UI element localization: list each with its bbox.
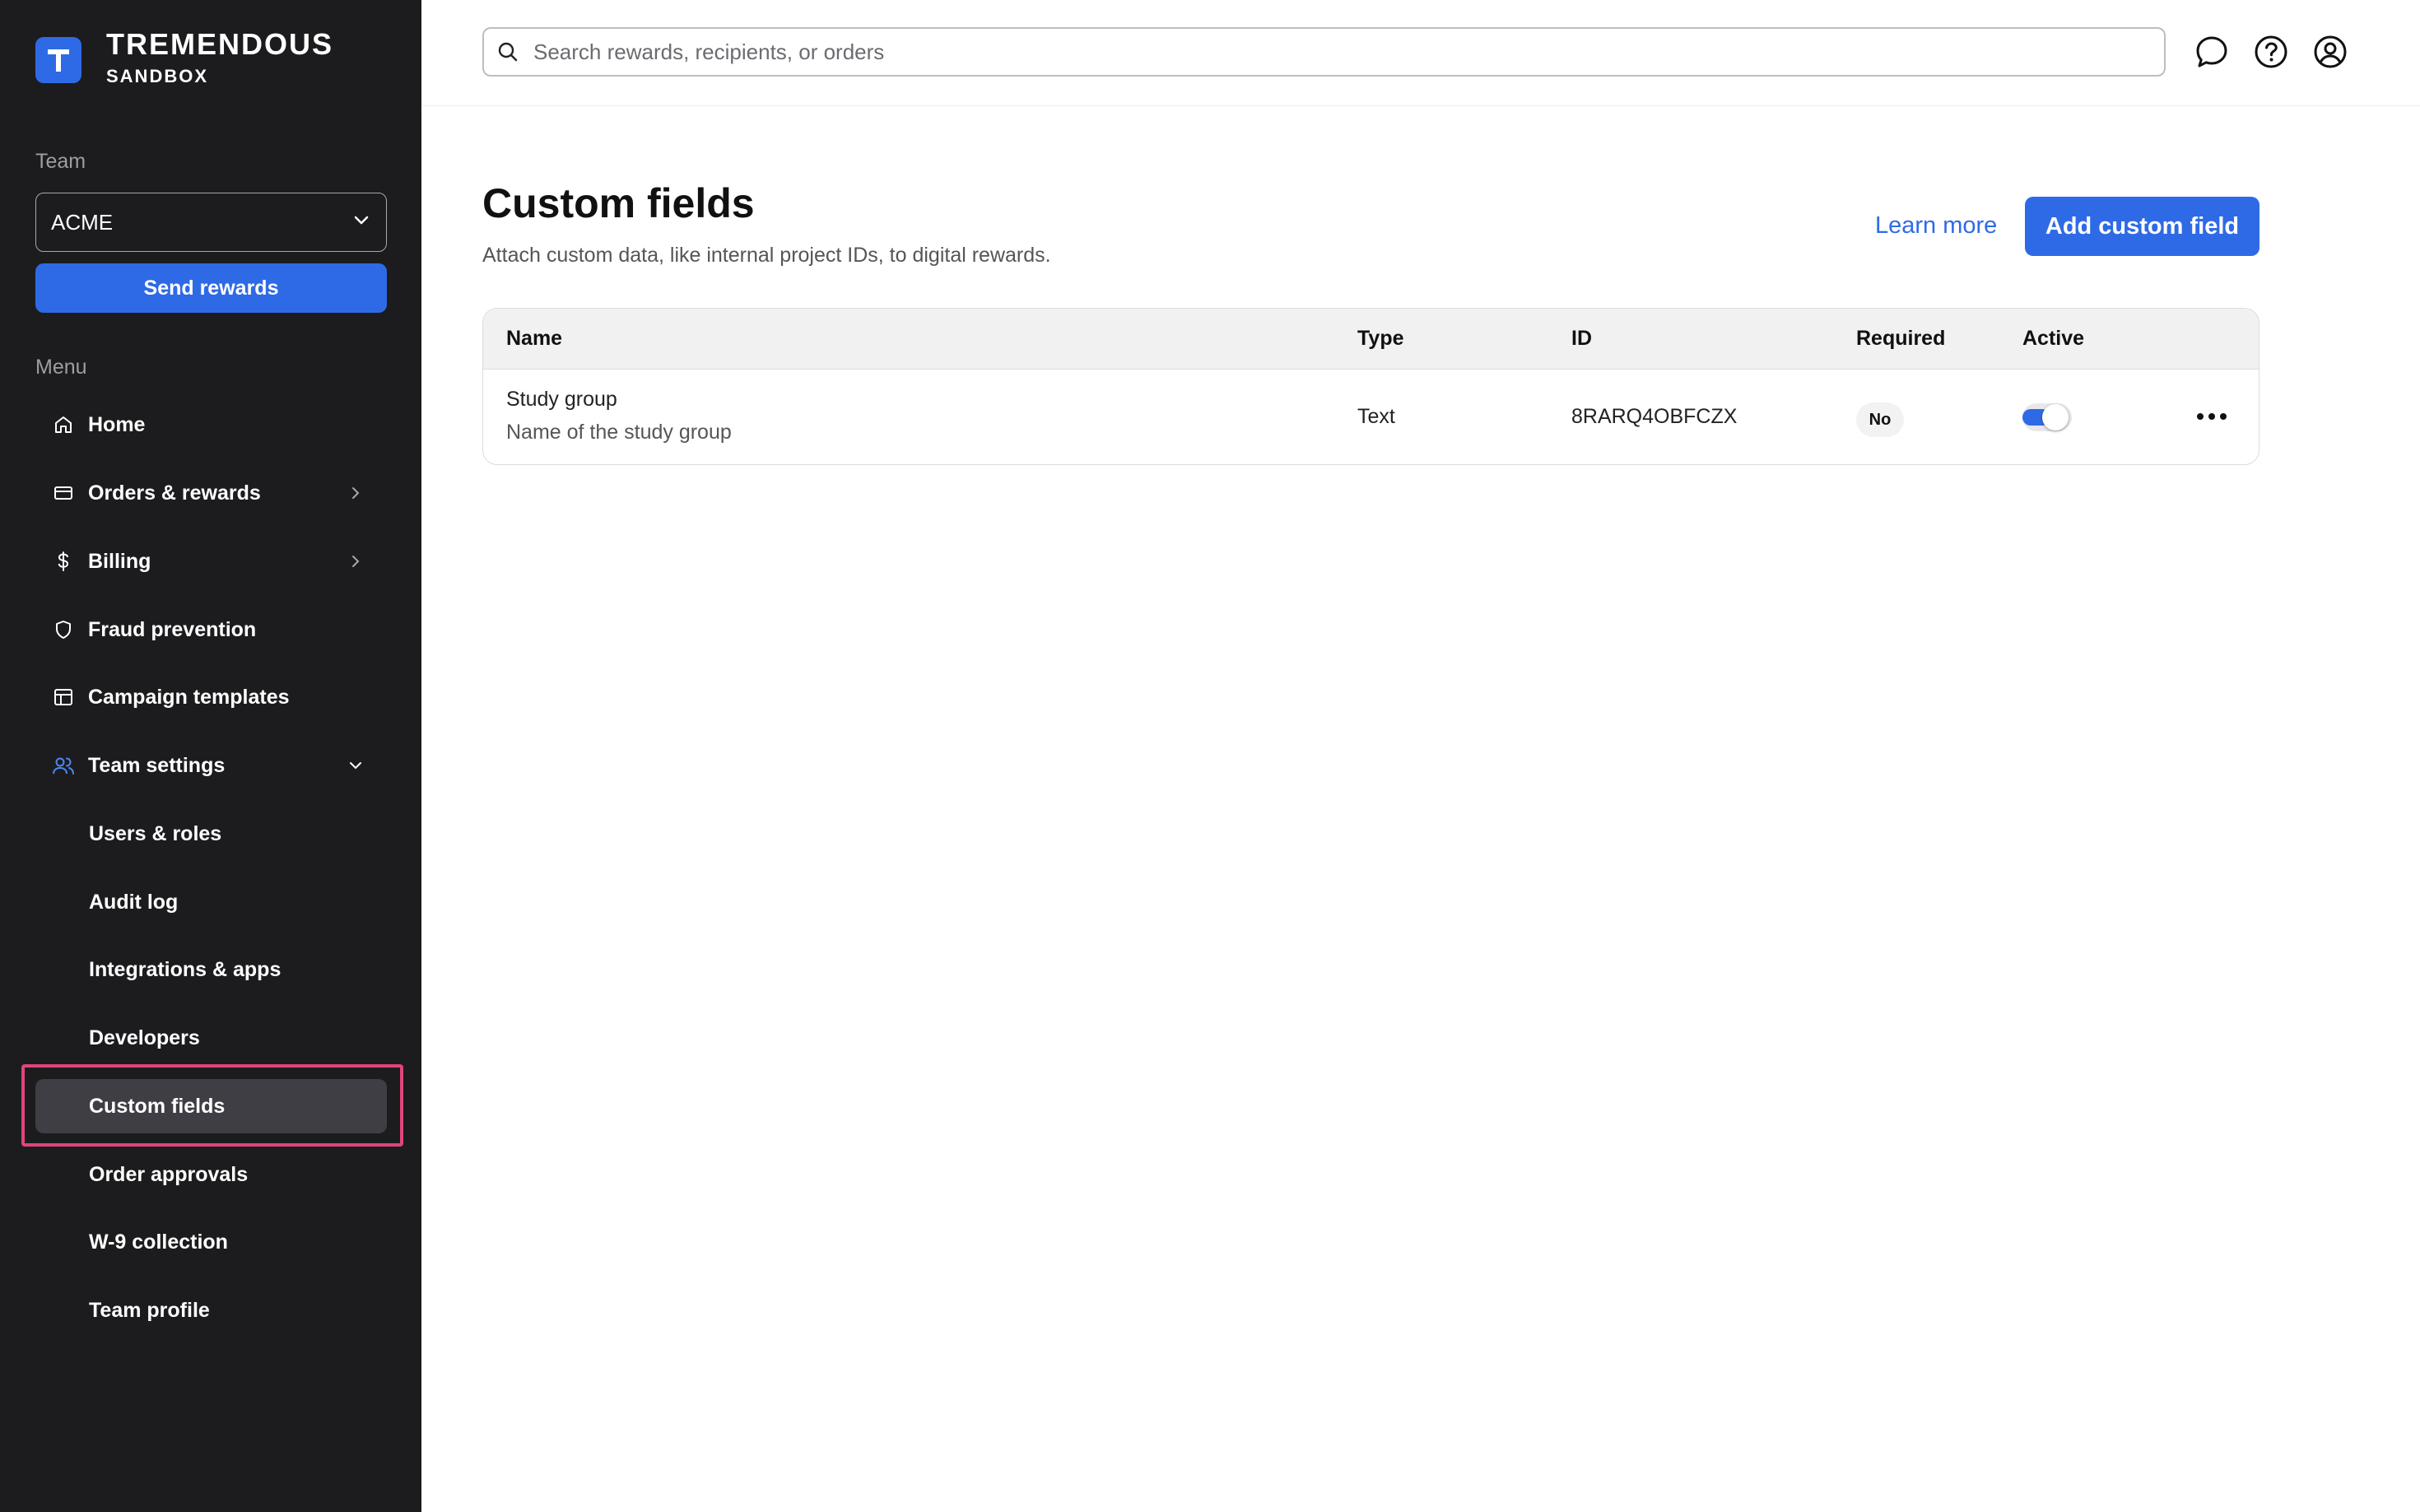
sidebar-item-label: Developers [89,1026,200,1049]
sidebar-item-order-approvals[interactable]: Order approvals [35,1147,387,1202]
chevron-right-icon [346,551,365,571]
sidebar-item-label: Users & roles [89,821,222,845]
page-title: Custom fields [482,180,755,226]
sidebar-item-label: Audit log [89,890,179,914]
field-description: Name of the study group [506,421,732,444]
column-header-required: Required [1856,327,1946,350]
menu-section-label: Menu [35,356,87,379]
column-header-type: Type [1357,327,1404,350]
sidebar-item-label: Billing [88,549,151,573]
brand[interactable]: TREMENDOUS SANDBOX [35,28,333,87]
sidebar-item-audit-log[interactable]: Audit log [35,875,387,929]
tremendous-logo-icon [35,37,81,83]
team-select[interactable]: ACME [35,193,387,252]
sidebar-item-team-profile[interactable]: Team profile [35,1283,387,1338]
home-icon [52,413,75,436]
sidebar-item-team-settings[interactable]: Team settings [35,738,387,793]
team-section-label: Team [35,150,86,173]
highlight-annotation [21,1064,403,1147]
sidebar-item-fraud-prevention[interactable]: Fraud prevention [35,602,387,657]
sidebar-item-label: Fraud prevention [88,617,257,641]
add-custom-field-button[interactable]: Add custom field [2025,197,2259,256]
field-name: Study group [506,388,617,411]
sidebar-item-billing[interactable]: Billing [35,534,387,589]
help-icon[interactable] [2252,33,2290,71]
chevron-down-icon [351,210,371,235]
sidebar-item-w9-collection[interactable]: W-9 collection [35,1215,387,1269]
sidebar-item-label: Campaign templates [88,685,290,709]
users-icon [52,754,75,777]
layout-icon [52,686,75,709]
column-header-active: Active [2022,327,2085,350]
sidebar-item-label: Orders & rewards [88,481,261,505]
sidebar-item-campaign-templates[interactable]: Campaign templates [35,670,387,724]
search-input[interactable]: Search rewards, recipients, or orders [482,27,2166,77]
shield-icon [52,618,75,641]
field-type: Text [1357,405,1395,428]
send-rewards-button[interactable]: Send rewards [35,263,387,313]
environment-label: SANDBOX [106,66,209,86]
sidebar-item-home[interactable]: Home [35,398,387,452]
page-subtitle: Attach custom data, like internal projec… [482,244,1051,267]
team-select-value: ACME [51,209,114,235]
chevron-right-icon [346,483,365,503]
sidebar-item-label: Integrations & apps [89,957,282,981]
chat-icon[interactable] [2193,33,2231,71]
sidebar-item-label: Home [88,412,146,436]
field-id: 8RARQ4OBFCZX [1571,405,1738,428]
account-icon[interactable] [2311,33,2349,71]
learn-more-link[interactable]: Learn more [1875,212,1997,240]
column-header-name: Name [506,327,563,350]
table-header: Name Type ID Required Active [483,309,2259,370]
card-icon [52,482,75,505]
column-header-id: ID [1571,327,1592,350]
sidebar-item-orders-rewards[interactable]: Orders & rewards [35,466,387,520]
dollar-icon [52,550,75,573]
sidebar-item-developers[interactable]: Developers [35,1011,387,1065]
sidebar-item-label: Order approvals [89,1162,249,1186]
sidebar-item-users-roles[interactable]: Users & roles [35,807,387,861]
brand-name: TREMENDOUS [106,27,334,61]
sidebar-item-integrations-apps[interactable]: Integrations & apps [35,942,387,997]
sidebar-item-label: W-9 collection [89,1230,228,1254]
search-icon [496,40,520,64]
required-badge: No [1856,402,1904,437]
chevron-down-icon [346,756,365,775]
custom-fields-table: Name Type ID Required Active Study group… [482,308,2259,465]
sidebar-item-label: Team settings [88,753,226,777]
more-options-icon[interactable] [2194,404,2230,429]
active-toggle[interactable] [2022,403,2072,431]
search-placeholder: Search rewards, recipients, or orders [533,39,885,64]
sidebar: TREMENDOUS SANDBOX Team ACME Send reward… [0,0,421,1512]
sidebar-item-label: Team profile [89,1298,210,1322]
